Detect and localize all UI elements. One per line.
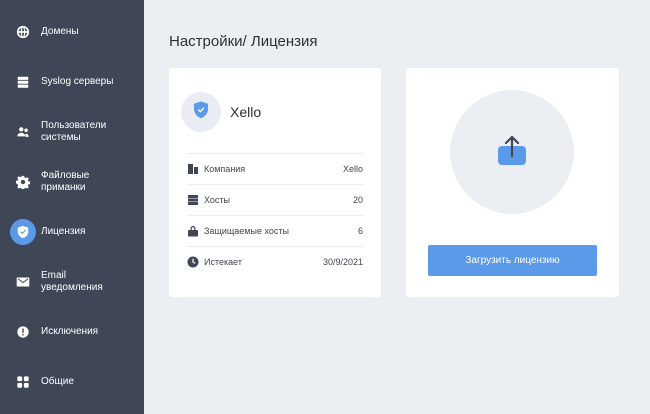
sidebar-item-label: Email уведомления xyxy=(41,270,103,293)
license-badge xyxy=(181,92,221,132)
license-info-card: Xello Компания Xello Хосты 20 Защищаемые… xyxy=(169,68,381,297)
hosts-icon xyxy=(187,194,199,206)
lock-icon xyxy=(187,225,199,237)
license-name: Xello xyxy=(230,104,262,120)
info-row-expires: Истекает 30/9/2021 xyxy=(187,246,363,277)
info-value: 30/9/2021 xyxy=(322,257,363,267)
info-label: Компания xyxy=(204,164,246,174)
sidebar-item-license[interactable]: Лицензия xyxy=(0,212,144,252)
globe-icon xyxy=(10,19,36,45)
shield-icon xyxy=(193,101,209,124)
info-value: 20 xyxy=(352,195,363,205)
info-row-hosts: Хосты 20 xyxy=(187,184,363,215)
grid-icon xyxy=(10,369,36,395)
clock-icon xyxy=(187,256,199,268)
shield-icon xyxy=(10,219,36,245)
upload-icon xyxy=(497,134,527,171)
gear-icon xyxy=(10,169,36,195)
upload-license-card: Загрузить лицензию xyxy=(406,68,619,297)
sidebar-item-label: Домены xyxy=(41,26,79,37)
server-icon xyxy=(10,69,36,95)
sidebar-item-domains[interactable]: Домены xyxy=(0,12,144,52)
users-icon xyxy=(10,119,36,145)
info-label: Хосты xyxy=(204,195,230,205)
sidebar-item-label: Пользователи системы xyxy=(41,120,107,143)
sidebar-item-syslog[interactable]: Syslog серверы xyxy=(0,62,144,102)
upload-license-button[interactable]: Загрузить лицензию xyxy=(428,245,597,276)
sidebar-item-label: Лицензия xyxy=(41,226,86,237)
exclamation-icon xyxy=(10,319,36,345)
sidebar-item-label: Общие xyxy=(41,376,74,387)
sidebar-item-label: Файловые приманки xyxy=(41,170,90,193)
sidebar-item-decoys[interactable]: Файловые приманки xyxy=(0,162,144,202)
sidebar-item-email[interactable]: Email уведомления xyxy=(0,262,144,302)
building-icon xyxy=(187,163,199,175)
sidebar-item-exclusions[interactable]: Исключения xyxy=(0,312,144,352)
upload-dropzone[interactable] xyxy=(450,90,574,214)
info-value: 6 xyxy=(357,226,363,236)
sidebar-item-label: Исключения xyxy=(41,326,99,337)
mail-icon xyxy=(10,269,36,295)
sidebar-item-users[interactable]: Пользователи системы xyxy=(0,112,144,152)
sidebar-item-label: Syslog серверы xyxy=(41,76,114,87)
info-value: Xello xyxy=(342,164,363,174)
sidebar-item-general[interactable]: Общие xyxy=(0,362,144,402)
info-label: Истекает xyxy=(204,257,242,267)
sidebar: Домены Syslog серверы Пользователи систе… xyxy=(0,0,144,414)
page-title: Настройки/ Лицензия xyxy=(169,33,318,50)
info-label: Защищаемые хосты xyxy=(204,226,289,236)
info-row-protected-hosts: Защищаемые хосты 6 xyxy=(187,215,363,246)
info-row-company: Компания Xello xyxy=(187,153,363,184)
